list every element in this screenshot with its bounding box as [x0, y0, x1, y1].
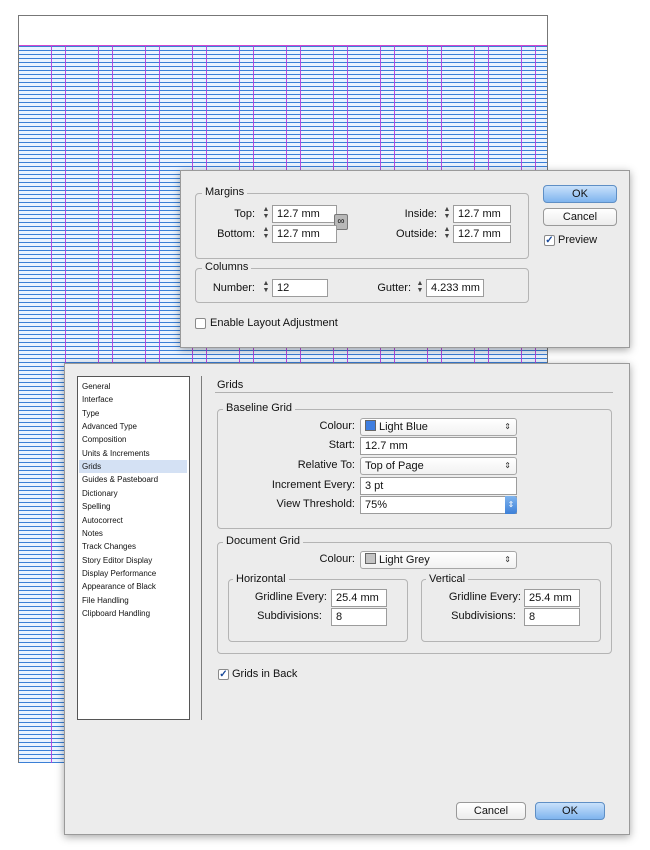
- category-item[interactable]: Dictionary: [82, 487, 118, 500]
- category-item[interactable]: Interface: [82, 393, 113, 406]
- grids-in-back-checkbox[interactable]: ✓: [218, 669, 229, 680]
- list-divider: [201, 376, 202, 720]
- margin-guide: [19, 45, 547, 46]
- category-item[interactable]: Notes: [82, 527, 103, 540]
- top-label: Top:: [234, 208, 255, 220]
- vertical-gridline-field[interactable]: 25.4 mm: [524, 589, 580, 607]
- baseline-colour-value: Light Blue: [379, 421, 428, 433]
- chevron-up-down-icon: ⇕: [504, 422, 511, 431]
- category-item[interactable]: Advanced Type: [82, 420, 137, 433]
- document-colour-value: Light Grey: [379, 554, 430, 566]
- gutter-label: Gutter:: [377, 282, 411, 294]
- category-item[interactable]: Appearance of Black: [82, 580, 156, 593]
- top-field[interactable]: 12.7 mm: [272, 205, 337, 223]
- horizontal-gridline-field[interactable]: 25.4 mm: [331, 589, 387, 607]
- title-rule: [215, 392, 613, 393]
- baseline-colour-select[interactable]: Light Blue ⇕: [360, 418, 517, 436]
- gutter-stepper[interactable]: ▲ ▼: [415, 280, 425, 296]
- light-grey-swatch: [365, 553, 376, 564]
- category-item[interactable]: Grids: [79, 460, 187, 474]
- category-list[interactable]: General Interface Type Advanced Type Composi…: [77, 376, 190, 720]
- category-item[interactable]: Story Editor Display: [82, 554, 152, 567]
- grids-in-back-label: Grids in Back: [232, 668, 298, 680]
- vertical-gridline-label: Gridline Every:: [448, 591, 521, 603]
- horizontal-subdiv-field[interactable]: 8: [331, 608, 387, 626]
- category-item[interactable]: Clipboard Handling: [82, 607, 150, 620]
- horizontal-subdiv-label: Subdivisions:: [257, 610, 322, 622]
- increment-field[interactable]: 3 pt: [360, 477, 517, 495]
- vertical-subdiv-field[interactable]: 8: [524, 608, 580, 626]
- inside-stepper[interactable]: ▲ ▼: [442, 206, 452, 222]
- category-item[interactable]: General: [82, 380, 110, 393]
- relative-select[interactable]: Top of Page ⇕: [360, 457, 517, 475]
- preview-checkbox[interactable]: ✓: [544, 235, 555, 246]
- vertical-legend: Vertical: [426, 573, 469, 585]
- number-label: Number:: [212, 282, 255, 294]
- vertical-subdiv-label: Subdivisions:: [451, 610, 516, 622]
- enable-layout-checkbox[interactable]: [195, 318, 206, 329]
- top-stepper[interactable]: ▲ ▼: [261, 206, 271, 222]
- category-item[interactable]: Spelling: [82, 500, 110, 513]
- horizontal-legend: Horizontal: [233, 573, 289, 585]
- outside-label: Outside:: [396, 228, 437, 240]
- category-item[interactable]: Display Performance: [82, 567, 156, 580]
- preferences-dialog: General Interface Type Advanced Type Composi…: [64, 363, 630, 835]
- category-item[interactable]: File Handling: [82, 594, 129, 607]
- bottom-field[interactable]: 12.7 mm: [272, 225, 337, 243]
- number-stepper[interactable]: ▲ ▼: [261, 280, 271, 296]
- category-item[interactable]: Track Changes: [82, 540, 136, 553]
- baseline-colour-label: Colour:: [319, 420, 355, 432]
- inside-label: Inside:: [404, 208, 437, 220]
- increment-label: Increment Every:: [271, 479, 355, 491]
- prefs-cancel-button[interactable]: Cancel: [456, 802, 526, 820]
- document-colour-label: Colour:: [319, 553, 355, 565]
- light-blue-swatch: [365, 420, 376, 431]
- document-legend: Document Grid: [223, 535, 303, 547]
- threshold-field[interactable]: 75%: [360, 496, 517, 514]
- outside-stepper[interactable]: ▲ ▼: [442, 226, 452, 242]
- document-colour-select[interactable]: Light Grey ⇕: [360, 551, 517, 569]
- margins-legend: Margins: [202, 186, 248, 198]
- chevron-up-down-icon: ⇕: [504, 555, 511, 564]
- category-item[interactable]: Guides & Pasteboard: [82, 473, 158, 486]
- bottom-label: Bottom:: [217, 228, 255, 240]
- inside-field[interactable]: 12.7 mm: [453, 205, 511, 223]
- prefs-ok-button[interactable]: OK: [535, 802, 605, 820]
- number-field[interactable]: 12: [272, 279, 328, 297]
- category-item[interactable]: Type: [82, 407, 99, 420]
- gutter-field[interactable]: 4.233 mm: [426, 279, 484, 297]
- horizontal-gridline-label: Gridline Every:: [254, 591, 327, 603]
- baseline-legend: Baseline Grid: [223, 402, 296, 414]
- margins-cancel-button[interactable]: Cancel: [543, 208, 617, 226]
- margins-columns-dialog: Margins Top: ▲ ▼ 12.7 mm ∞ Bottom: ▲ ▼ 12.…: [180, 170, 630, 348]
- enable-layout-label: Enable Layout Adjustment: [210, 317, 338, 329]
- category-item[interactable]: Autocorrect: [82, 514, 123, 527]
- threshold-stepper-icon[interactable]: ⇕: [505, 496, 517, 514]
- chevron-up-down-icon: ⇕: [504, 461, 511, 470]
- outside-field[interactable]: 12.7 mm: [453, 225, 511, 243]
- columns-legend: Columns: [202, 261, 252, 273]
- panel-title: Grids: [217, 379, 244, 391]
- margins-ok-button[interactable]: OK: [543, 185, 617, 203]
- preview-label: Preview: [558, 234, 598, 246]
- bottom-stepper[interactable]: ▲ ▼: [261, 226, 271, 242]
- start-field[interactable]: 12.7 mm: [360, 437, 517, 455]
- start-label: Start:: [328, 439, 355, 451]
- category-item[interactable]: Units & Increments: [82, 447, 150, 460]
- relative-label: Relative To:: [297, 459, 355, 471]
- threshold-label: View Threshold:: [276, 498, 355, 510]
- category-item[interactable]: Composition: [82, 433, 126, 446]
- relative-value: Top of Page: [365, 460, 424, 472]
